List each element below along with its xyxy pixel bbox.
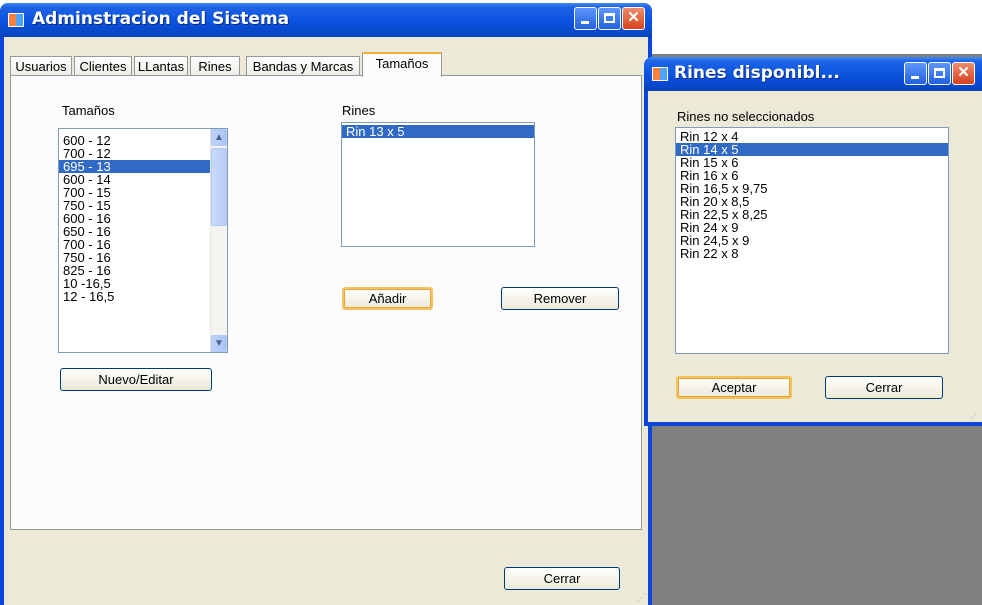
- tab-rines[interactable]: Rines: [190, 56, 240, 76]
- minimize-icon: [581, 21, 589, 24]
- main-client-area: Usuarios Clientes LLantas Rines Bandas y…: [4, 37, 648, 605]
- rines-no-seleccionados-label: Rines no seleccionados: [677, 109, 815, 124]
- rines-listbox[interactable]: Rin 13 x 5: [341, 122, 535, 247]
- tamanos-listbox[interactable]: 600 - 12 700 - 12 695 - 13 600 - 14 700 - 15…: [58, 128, 228, 353]
- list-item[interactable]: Rin 22 x 8: [676, 247, 948, 260]
- tamanos-scrollbar[interactable]: ▲ ▼: [210, 129, 227, 352]
- app-icon: [8, 13, 24, 27]
- dialog-client-area: Rines no seleccionados Rin 12 x 4 Rin 14 …: [648, 91, 982, 422]
- close-icon: ✕: [957, 64, 970, 81]
- rines-list-items: Rin 13 x 5: [342, 125, 534, 138]
- close-icon: ✕: [627, 9, 640, 26]
- dialog-app-icon: [652, 67, 668, 81]
- maximize-icon: [604, 13, 615, 23]
- maximize-icon: [934, 68, 945, 78]
- tab-llantas[interactable]: LLantas: [134, 56, 188, 76]
- anadir-button[interactable]: Añadir: [342, 287, 433, 310]
- tab-usuarios[interactable]: Usuarios: [10, 56, 72, 76]
- nuevo-editar-button[interactable]: Nuevo/Editar: [60, 368, 212, 391]
- main-title-bar[interactable]: Adminstracion del Sistema ✕: [0, 3, 652, 37]
- dialog-title-bar[interactable]: Rines disponibl... ✕: [644, 57, 982, 91]
- rines-disponibles-listbox[interactable]: Rin 12 x 4 Rin 14 x 5 Rin 15 x 6 Rin 16 x 6…: [675, 127, 949, 354]
- main-window-title: Adminstracion del Sistema: [32, 9, 290, 29]
- dialog-title: Rines disponibl...: [674, 63, 840, 83]
- list-item[interactable]: Rin 13 x 5: [342, 125, 534, 138]
- scroll-up-button[interactable]: ▲: [211, 129, 227, 146]
- main-window: Adminstracion del Sistema ✕ Usuarios Cli…: [0, 3, 652, 605]
- tamanos-list-items: 600 - 12 700 - 12 695 - 13 600 - 14 700 - 15…: [59, 134, 227, 303]
- chevron-up-icon: ▲: [214, 132, 224, 143]
- rines-disponibles-dialog: Rines disponibl... ✕ Rines no selecciona…: [644, 57, 982, 426]
- aceptar-button[interactable]: Aceptar: [676, 376, 792, 399]
- dialog-resize-grip[interactable]: ⋰: [971, 409, 980, 420]
- maximize-button[interactable]: [598, 7, 621, 30]
- rines-disponibles-list-items: Rin 12 x 4 Rin 14 x 5 Rin 15 x 6 Rin 16 x 6…: [676, 130, 948, 260]
- dialog-close-button[interactable]: ✕: [952, 62, 975, 85]
- rines-label: Rines: [342, 103, 376, 118]
- remover-button[interactable]: Remover: [501, 287, 619, 310]
- scroll-down-button[interactable]: ▼: [211, 335, 227, 352]
- scroll-thumb[interactable]: [211, 148, 227, 226]
- minimize-icon: [911, 76, 919, 79]
- dialog-cerrar-button[interactable]: Cerrar: [825, 376, 943, 399]
- tab-clientes[interactable]: Clientes: [74, 56, 132, 76]
- list-item[interactable]: 12 - 16,5: [59, 290, 227, 303]
- dialog-maximize-button[interactable]: [928, 62, 951, 85]
- desktop-top-area: [648, 0, 982, 54]
- tamanos-label: Tamaños: [62, 103, 115, 118]
- tab-page-tamanos: Tamaños 600 - 12 700 - 12 695 - 13 600 - 14…: [10, 75, 642, 530]
- cerrar-button[interactable]: Cerrar: [504, 567, 620, 590]
- dialog-minimize-button[interactable]: [904, 62, 927, 85]
- close-button[interactable]: ✕: [622, 7, 645, 30]
- tab-tamanos[interactable]: Tamaños: [362, 52, 442, 77]
- tab-bandas-y-marcas[interactable]: Bandas y Marcas: [246, 56, 360, 76]
- minimize-button[interactable]: [574, 7, 597, 30]
- chevron-down-icon: ▼: [214, 338, 224, 349]
- resize-grip[interactable]: ⋰: [637, 592, 646, 603]
